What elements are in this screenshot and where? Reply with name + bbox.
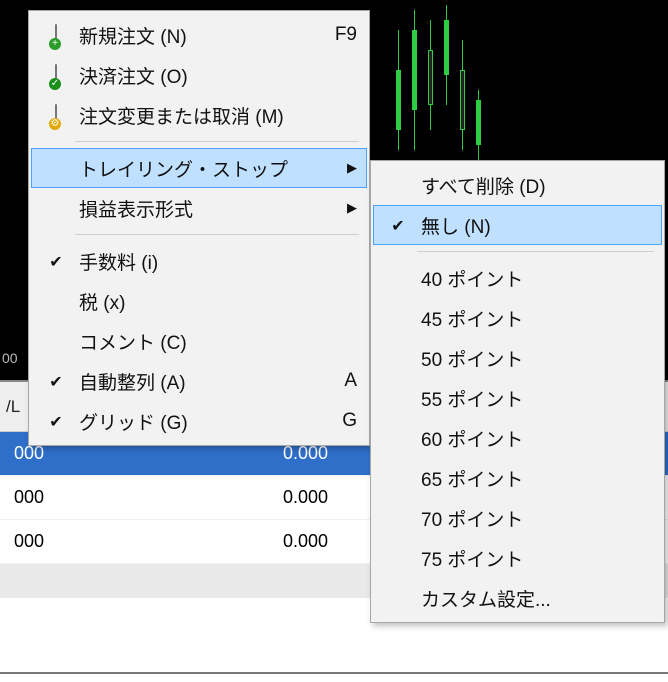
- menu-item-label: すべて削除 (D): [415, 172, 652, 199]
- trailing-menu-item-delete_all[interactable]: すべて削除 (D): [373, 165, 662, 205]
- menu-item-label: 新規注文 (N): [73, 22, 325, 49]
- menu-item-label: 55 ポイント: [415, 385, 652, 412]
- main-menu-item-modify_cancel[interactable]: ⚙ 注文変更または取消 (M): [31, 95, 367, 135]
- menu-item-label: 70 ポイント: [415, 505, 652, 532]
- menu-item-label: グリッド (G): [73, 408, 332, 435]
- main-menu-item-comment[interactable]: コメント (C): [31, 321, 367, 361]
- check-icon: [39, 411, 73, 432]
- trailing-menu-item-none[interactable]: 無し (N): [373, 205, 662, 245]
- menu-item-label: 45 ポイント: [415, 305, 652, 332]
- trailing-menu-item-p45[interactable]: 45 ポイント: [373, 298, 662, 338]
- axis-tick: 00: [2, 350, 18, 366]
- trailing-menu-item-p75[interactable]: 75 ポイント: [373, 538, 662, 578]
- main-menu-item-close_order[interactable]: ✓ 決済注文 (O): [31, 55, 367, 95]
- menu-item-accelerator: A: [334, 370, 357, 392]
- cell-value: 000: [0, 487, 50, 508]
- main-menu-item-pnl_format[interactable]: 損益表示形式▶: [31, 188, 367, 228]
- main-menu-item-grid[interactable]: グリッド (G)G: [31, 401, 367, 441]
- main-menu-item-new_order[interactable]: + 新規注文 (N)F9: [31, 15, 367, 55]
- modify-order-icon: ⚙: [55, 105, 57, 126]
- menu-item-accelerator: F9: [325, 24, 357, 46]
- menu-item-label: 自動整列 (A): [73, 368, 334, 395]
- main-menu-item-commission[interactable]: 手数料 (i): [31, 241, 367, 281]
- menu-item-label: 手数料 (i): [73, 248, 357, 275]
- menu-item-accelerator: G: [332, 410, 357, 432]
- menu-item-label: 無し (N): [415, 212, 652, 239]
- menu-item-label: 40 ポイント: [415, 265, 652, 292]
- menu-item-label: 65 ポイント: [415, 465, 652, 492]
- menu-icon-slot: ✓: [39, 65, 73, 86]
- menu-item-label: 税 (x): [73, 288, 357, 315]
- trailing-menu-item-p40[interactable]: 40 ポイント: [373, 258, 662, 298]
- menu-item-label: 75 ポイント: [415, 545, 652, 572]
- menu-item-label: カスタム設定...: [415, 585, 652, 612]
- menu-item-label: 50 ポイント: [415, 345, 652, 372]
- menu-item-label: 損益表示形式: [73, 195, 341, 222]
- context-menu-main: + 新規注文 (N)F9 ✓ 決済注文 (O) ⚙ 注文変更または取消 (M) トレイリング…: [28, 10, 370, 446]
- context-menu-trailing-stop: すべて削除 (D) 無し (N) 40 ポイント 45 ポイント 50 ポイント 55 ポ…: [370, 160, 665, 623]
- menu-item-label: コメント (C): [73, 328, 357, 355]
- menu-item-label: 決済注文 (O): [73, 62, 357, 89]
- menu-separator: [417, 251, 654, 252]
- check-icon: [39, 371, 73, 392]
- main-menu-item-auto_arrange[interactable]: 自動整列 (A)A: [31, 361, 367, 401]
- bottom-rule: [0, 672, 668, 674]
- trailing-menu-item-p60[interactable]: 60 ポイント: [373, 418, 662, 458]
- menu-item-label: 注文変更または取消 (M): [73, 102, 357, 129]
- trailing-menu-item-p70[interactable]: 70 ポイント: [373, 498, 662, 538]
- main-menu-item-tax[interactable]: 税 (x): [31, 281, 367, 321]
- menu-item-label: トレイリング・ストップ: [73, 155, 341, 182]
- menu-item-label: 60 ポイント: [415, 425, 652, 452]
- menu-separator: [75, 141, 359, 142]
- menu-icon-slot: +: [39, 25, 73, 46]
- cell-value: 000: [0, 443, 50, 464]
- menu-separator: [75, 234, 359, 235]
- submenu-arrow-icon: ▶: [341, 160, 357, 176]
- menu-icon-slot: ⚙: [39, 105, 73, 126]
- close-order-icon: ✓: [55, 65, 57, 86]
- main-menu-item-trailing_stop[interactable]: トレイリング・ストップ▶: [31, 148, 367, 188]
- new-order-icon: +: [55, 25, 57, 46]
- trailing-menu-item-p55[interactable]: 55 ポイント: [373, 378, 662, 418]
- cell-value: 000: [0, 531, 50, 552]
- check-icon: [381, 215, 415, 236]
- check-icon: [39, 251, 73, 272]
- trailing-menu-item-p65[interactable]: 65 ポイント: [373, 458, 662, 498]
- submenu-arrow-icon: ▶: [341, 200, 357, 216]
- trailing-menu-item-p50[interactable]: 50 ポイント: [373, 338, 662, 378]
- trailing-menu-item-custom[interactable]: カスタム設定...: [373, 578, 662, 618]
